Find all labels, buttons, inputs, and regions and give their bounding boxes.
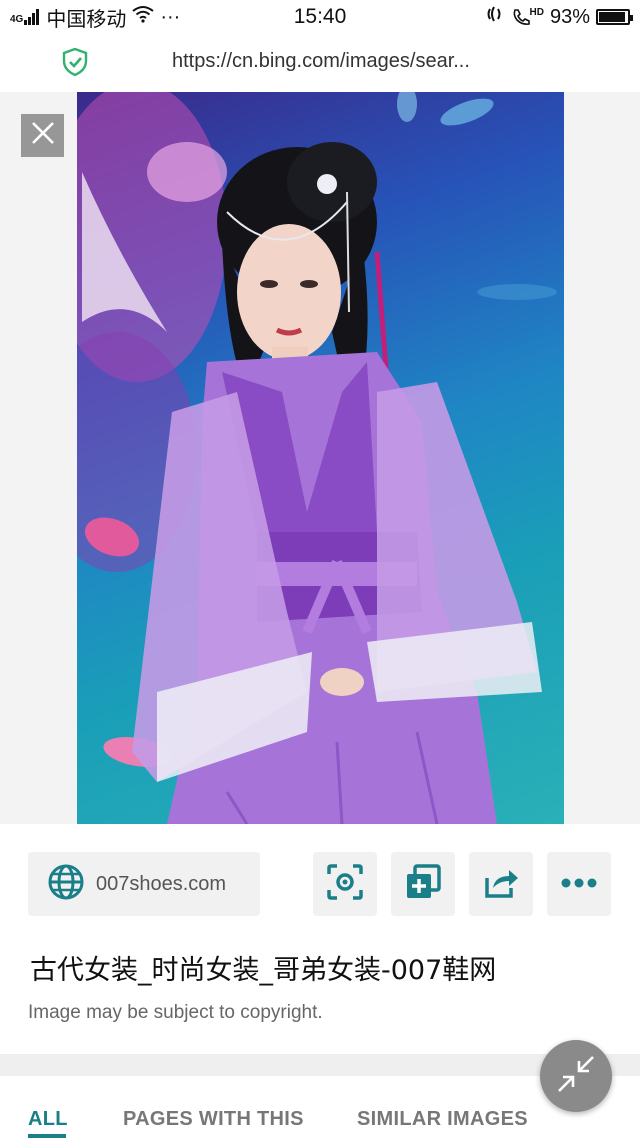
source-link[interactable]: 007shoes.com (28, 852, 260, 916)
collapse-button[interactable] (540, 1040, 612, 1112)
status-right: HD 93% (486, 5, 633, 29)
copyright-notice: Image may be subject to copyright. (28, 1002, 323, 1023)
image-info-panel: 007shoes.com 古代女装_时尚女装_哥弟女装-007鞋网 Image … (0, 824, 640, 1054)
carrier-name: 中国移动 (46, 8, 127, 31)
status-bar: 4G 中国移动 ··· 15:40 HD 93% (0, 0, 640, 34)
add-to-collection-icon (405, 863, 441, 905)
signal-icon: 4G (10, 9, 40, 25)
nfc-icon (486, 5, 506, 29)
wifi-icon (132, 5, 154, 29)
image-viewer (0, 92, 640, 824)
tab-similar-images[interactable]: SIMILAR IMAGES (357, 1108, 528, 1131)
tab-pages-with-this[interactable]: PAGES WITH THIS (123, 1108, 304, 1131)
url-text[interactable]: https://cn.bing.com/images/sear... (172, 50, 470, 73)
volte-label: HD (529, 7, 544, 18)
result-image[interactable] (77, 92, 564, 824)
browser-url-bar[interactable]: https://cn.bing.com/images/sear... (0, 34, 640, 90)
overflow-dots: ··· (160, 5, 181, 28)
status-left: 4G 中国移动 ··· (10, 3, 180, 32)
image-title[interactable]: 古代女装_时尚女装_哥弟女装-007鞋网 (30, 948, 496, 987)
battery-level-fill (599, 12, 625, 22)
source-domain: 007shoes.com (96, 872, 227, 895)
security-shield-icon (62, 47, 88, 77)
share-icon (483, 864, 519, 905)
more-icon (561, 875, 597, 893)
tab-all[interactable]: ALL (28, 1108, 68, 1131)
battery-icon (596, 9, 633, 25)
more-options-button[interactable] (547, 852, 611, 916)
close-viewer-button[interactable] (21, 114, 64, 157)
active-tab-indicator (28, 1134, 66, 1138)
volte-call-icon: HD (512, 8, 544, 26)
visual-search-button[interactable] (313, 852, 377, 916)
share-button[interactable] (469, 852, 533, 916)
collapse-arrows-icon (557, 1055, 595, 1098)
add-to-collection-button[interactable] (391, 852, 455, 916)
globe-icon (48, 864, 84, 905)
battery-percent: 93% (549, 5, 590, 28)
network-type: 4G (10, 14, 24, 25)
close-icon (31, 121, 55, 150)
visual-search-icon (327, 863, 363, 905)
